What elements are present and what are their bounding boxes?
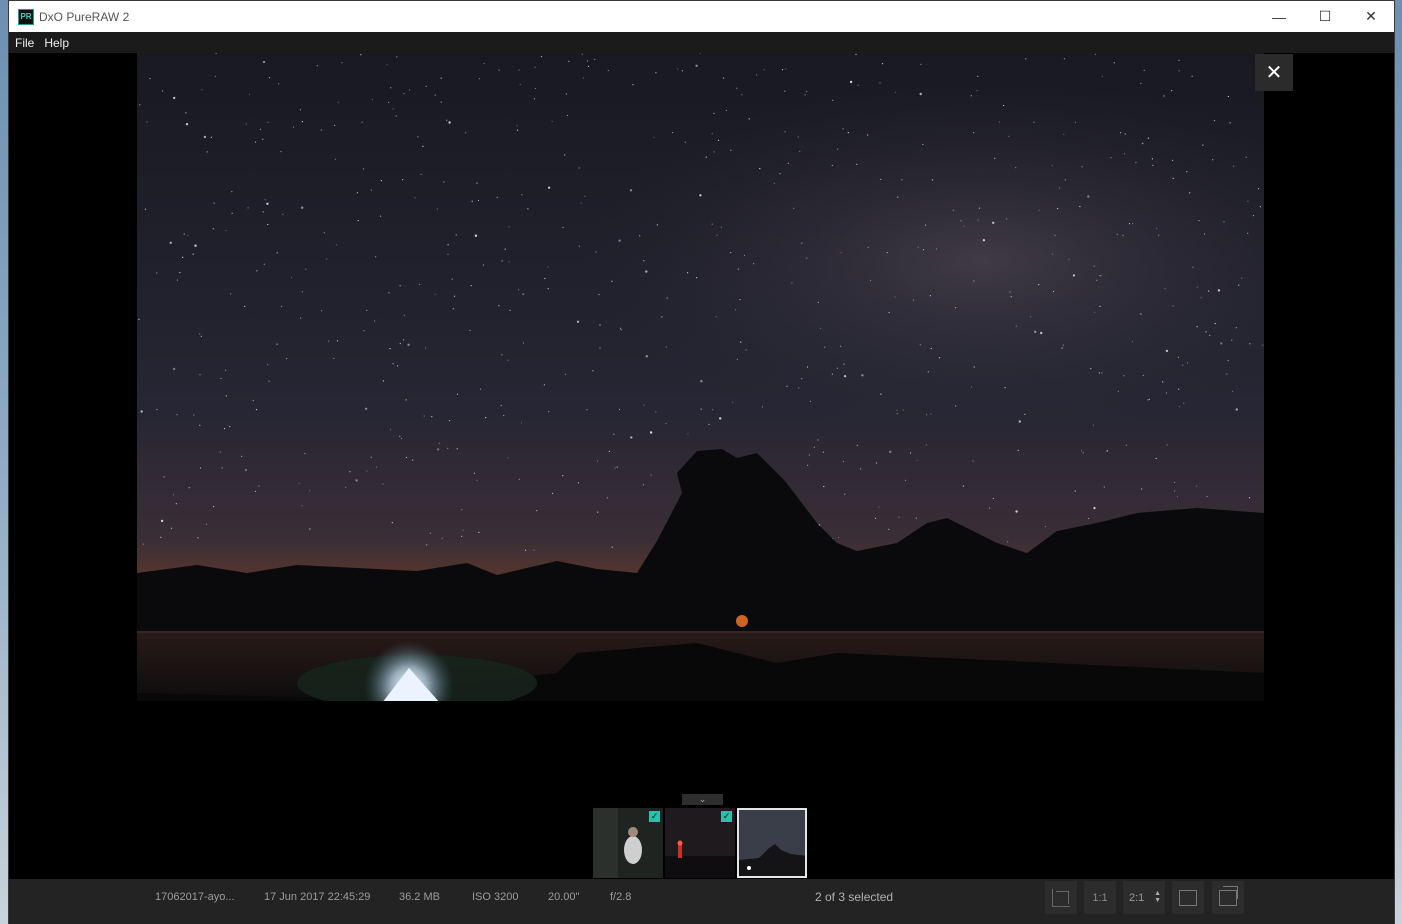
thumbnail-portrait[interactable]: ✓	[593, 808, 663, 878]
fit-to-screen-button[interactable]	[1172, 881, 1204, 914]
app-logo-icon: PR	[18, 8, 34, 25]
zoom-level-value: 2:1	[1129, 891, 1145, 904]
side-by-side-button[interactable]	[1212, 881, 1244, 914]
file-size: 36.2 MB	[399, 891, 440, 903]
file-name: 17062017-ayo...	[155, 891, 235, 903]
close-preview-button[interactable]: ✕	[1255, 54, 1293, 91]
status-bar: 17062017-ayo... 17 Jun 2017 22:45:29 36.…	[9, 879, 1394, 924]
compare-button[interactable]	[1045, 881, 1077, 914]
preview-image	[137, 53, 1264, 701]
spinner-arrows-icon: ▲ ▼	[1154, 890, 1161, 904]
dual-view-icon	[1219, 885, 1238, 906]
maximize-button[interactable]: ☐	[1302, 1, 1348, 32]
title-bar[interactable]: PR DxO PureRAW 2 — ☐ ✕	[9, 1, 1394, 32]
selection-count: 2 of 3 selected	[815, 890, 894, 904]
image-viewer: ✕ ⌄ ✓ ✓	[9, 53, 1394, 879]
menu-file[interactable]: File	[10, 36, 39, 50]
zoom-level-select[interactable]: 2:1 ▲ ▼	[1123, 881, 1165, 914]
thumbnail-lighthouse[interactable]: ✓	[665, 808, 735, 878]
compare-icon	[1052, 888, 1070, 907]
minimize-button[interactable]: —	[1256, 1, 1302, 32]
iso-value: ISO 3200	[472, 891, 519, 903]
thumbnail-image	[739, 810, 805, 876]
selected-checkbox[interactable]: ✓	[721, 811, 732, 822]
window-title: DxO PureRAW 2	[39, 9, 130, 24]
thumbnail-mountain[interactable]	[737, 808, 807, 878]
close-window-button[interactable]: ✕	[1348, 1, 1394, 32]
shutter-speed: 20.00"	[548, 891, 580, 903]
app-window: PR DxO PureRAW 2 — ☐ ✕ File Help ✕ ⌄ ✓ ✓…	[8, 0, 1395, 924]
filmstrip-toggle-button[interactable]: ⌄	[682, 794, 723, 805]
zoom-1-1-button[interactable]: 1:1	[1084, 881, 1116, 914]
selected-checkbox[interactable]: ✓	[649, 811, 660, 822]
capture-datetime: 17 Jun 2017 22:45:29	[264, 891, 371, 903]
fit-screen-icon	[1179, 889, 1197, 906]
menu-bar: File Help	[9, 32, 1394, 53]
menu-help[interactable]: Help	[39, 36, 74, 50]
night-sky-photo	[137, 53, 1264, 701]
aperture-value: f/2.8	[610, 891, 632, 903]
